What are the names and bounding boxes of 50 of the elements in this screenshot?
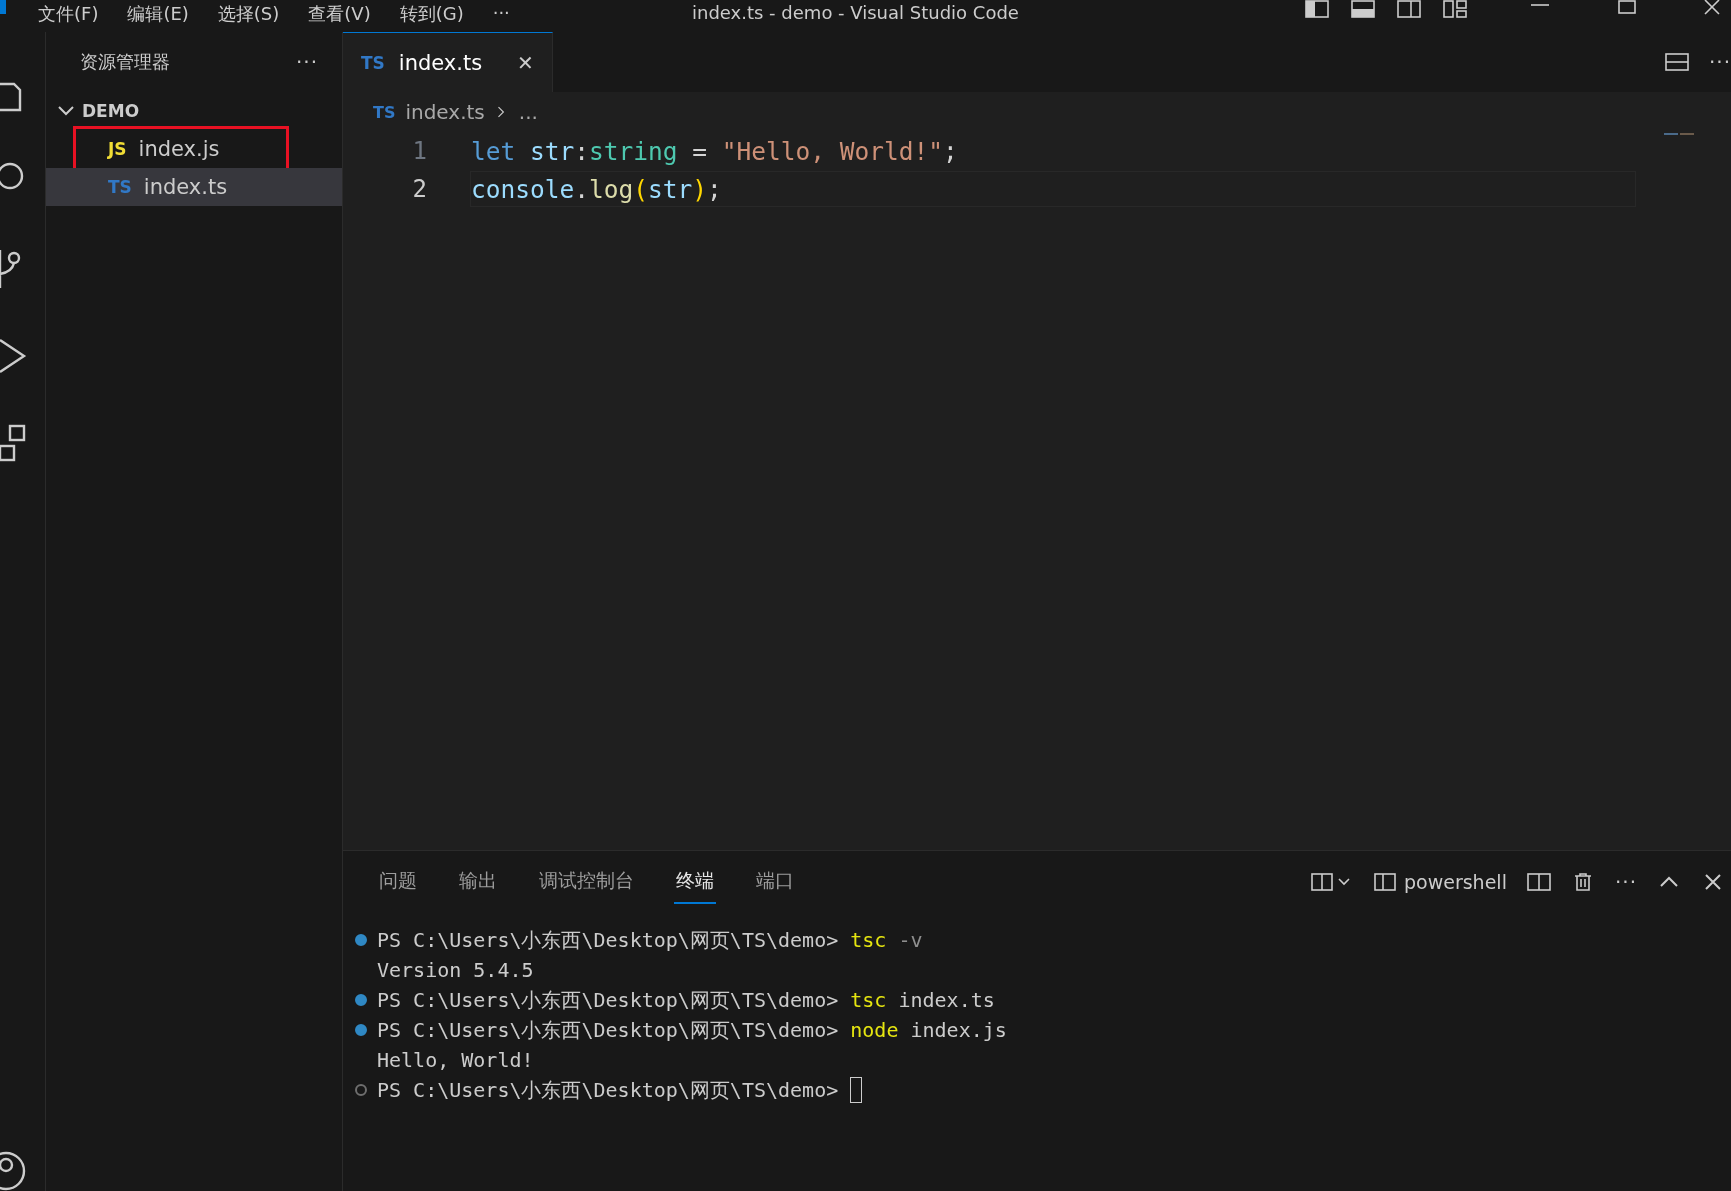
more-button[interactable]: ···: [1708, 50, 1731, 74]
terminal-line: PS C:\Users\小东西\Desktop\网页\TS\demo>: [377, 1076, 840, 1104]
breadcrumb-item[interactable]: index.ts: [405, 100, 485, 124]
terminal-output: Version 5.4.5: [377, 958, 534, 982]
panel-toggle-icon[interactable]: [1351, 0, 1375, 18]
account-icon[interactable]: [0, 1149, 28, 1191]
terminal-line: PS C:\Users\小东西\Desktop\网页\TS\demo> tsc -v: [377, 926, 923, 954]
file-type-icon: TS: [361, 52, 385, 73]
layout-icon[interactable]: [1443, 0, 1467, 18]
more-button[interactable]: ···: [1614, 870, 1637, 894]
folder-name: DEMO: [82, 101, 140, 121]
panel-tab[interactable]: 输出: [457, 860, 499, 904]
file-type-icon: TS: [373, 102, 396, 122]
menu-item[interactable]: 查看(V): [308, 2, 371, 26]
terminal-line: PS C:\Users\小东西\Desktop\网页\TS\demo> tsc index.ts: [377, 986, 995, 1014]
more-button[interactable]: ···: [295, 50, 318, 74]
line-number: 1: [411, 137, 427, 165]
split-editor-icon[interactable]: [1664, 53, 1689, 71]
split-terminal-icon[interactable]: [1526, 873, 1551, 891]
menu-item[interactable]: 编辑(E): [127, 2, 189, 26]
menu-item[interactable]: ···: [492, 2, 510, 23]
file-name: index.ts: [143, 175, 228, 199]
sidebar-toggle-icon[interactable]: [1305, 0, 1329, 18]
terminal-output: Hello, World!: [377, 1048, 534, 1072]
close-button[interactable]: ✕: [517, 50, 534, 75]
panel-tab[interactable]: 端口: [754, 860, 796, 904]
panel-tab[interactable]: 终端: [674, 860, 716, 904]
tab-label: index.ts: [398, 50, 484, 75]
window-title: index.ts - demo - Visual Studio Code: [692, 2, 1019, 23]
panel-tab[interactable]: 调试控制台: [537, 860, 636, 904]
terminal-selector[interactable]: powershell: [1374, 871, 1507, 893]
terminal-line: PS C:\Users\小东西\Desktop\网页\TS\demo> node index.js: [377, 1016, 1007, 1044]
file-type-icon: TS: [108, 177, 132, 197]
line-number: 2: [411, 175, 427, 203]
file-item[interactable]: TS index.ts: [46, 168, 342, 206]
file-name: index.js: [138, 137, 220, 161]
sidebar-title: 资源管理器: [80, 50, 170, 74]
menu-item[interactable]: 文件(F): [38, 2, 99, 26]
code-line: console.log(str);: [471, 174, 722, 204]
code-line: let str:string = "Hello, World!";: [471, 136, 958, 166]
file-type-icon: JS: [108, 139, 127, 159]
folder-row[interactable]: DEMO: [46, 92, 342, 130]
editor-tab[interactable]: TS index.ts ✕: [343, 32, 553, 92]
menu-item[interactable]: 选择(S): [217, 2, 280, 26]
split-layout-icon[interactable]: [1397, 0, 1421, 18]
minimap: [1664, 132, 1696, 138]
breadcrumb-item[interactable]: ...: [518, 100, 538, 124]
panel-tab[interactable]: 问题: [377, 860, 419, 904]
menu-item[interactable]: 转到(G): [399, 2, 464, 26]
terminal-icon: [1374, 873, 1396, 891]
